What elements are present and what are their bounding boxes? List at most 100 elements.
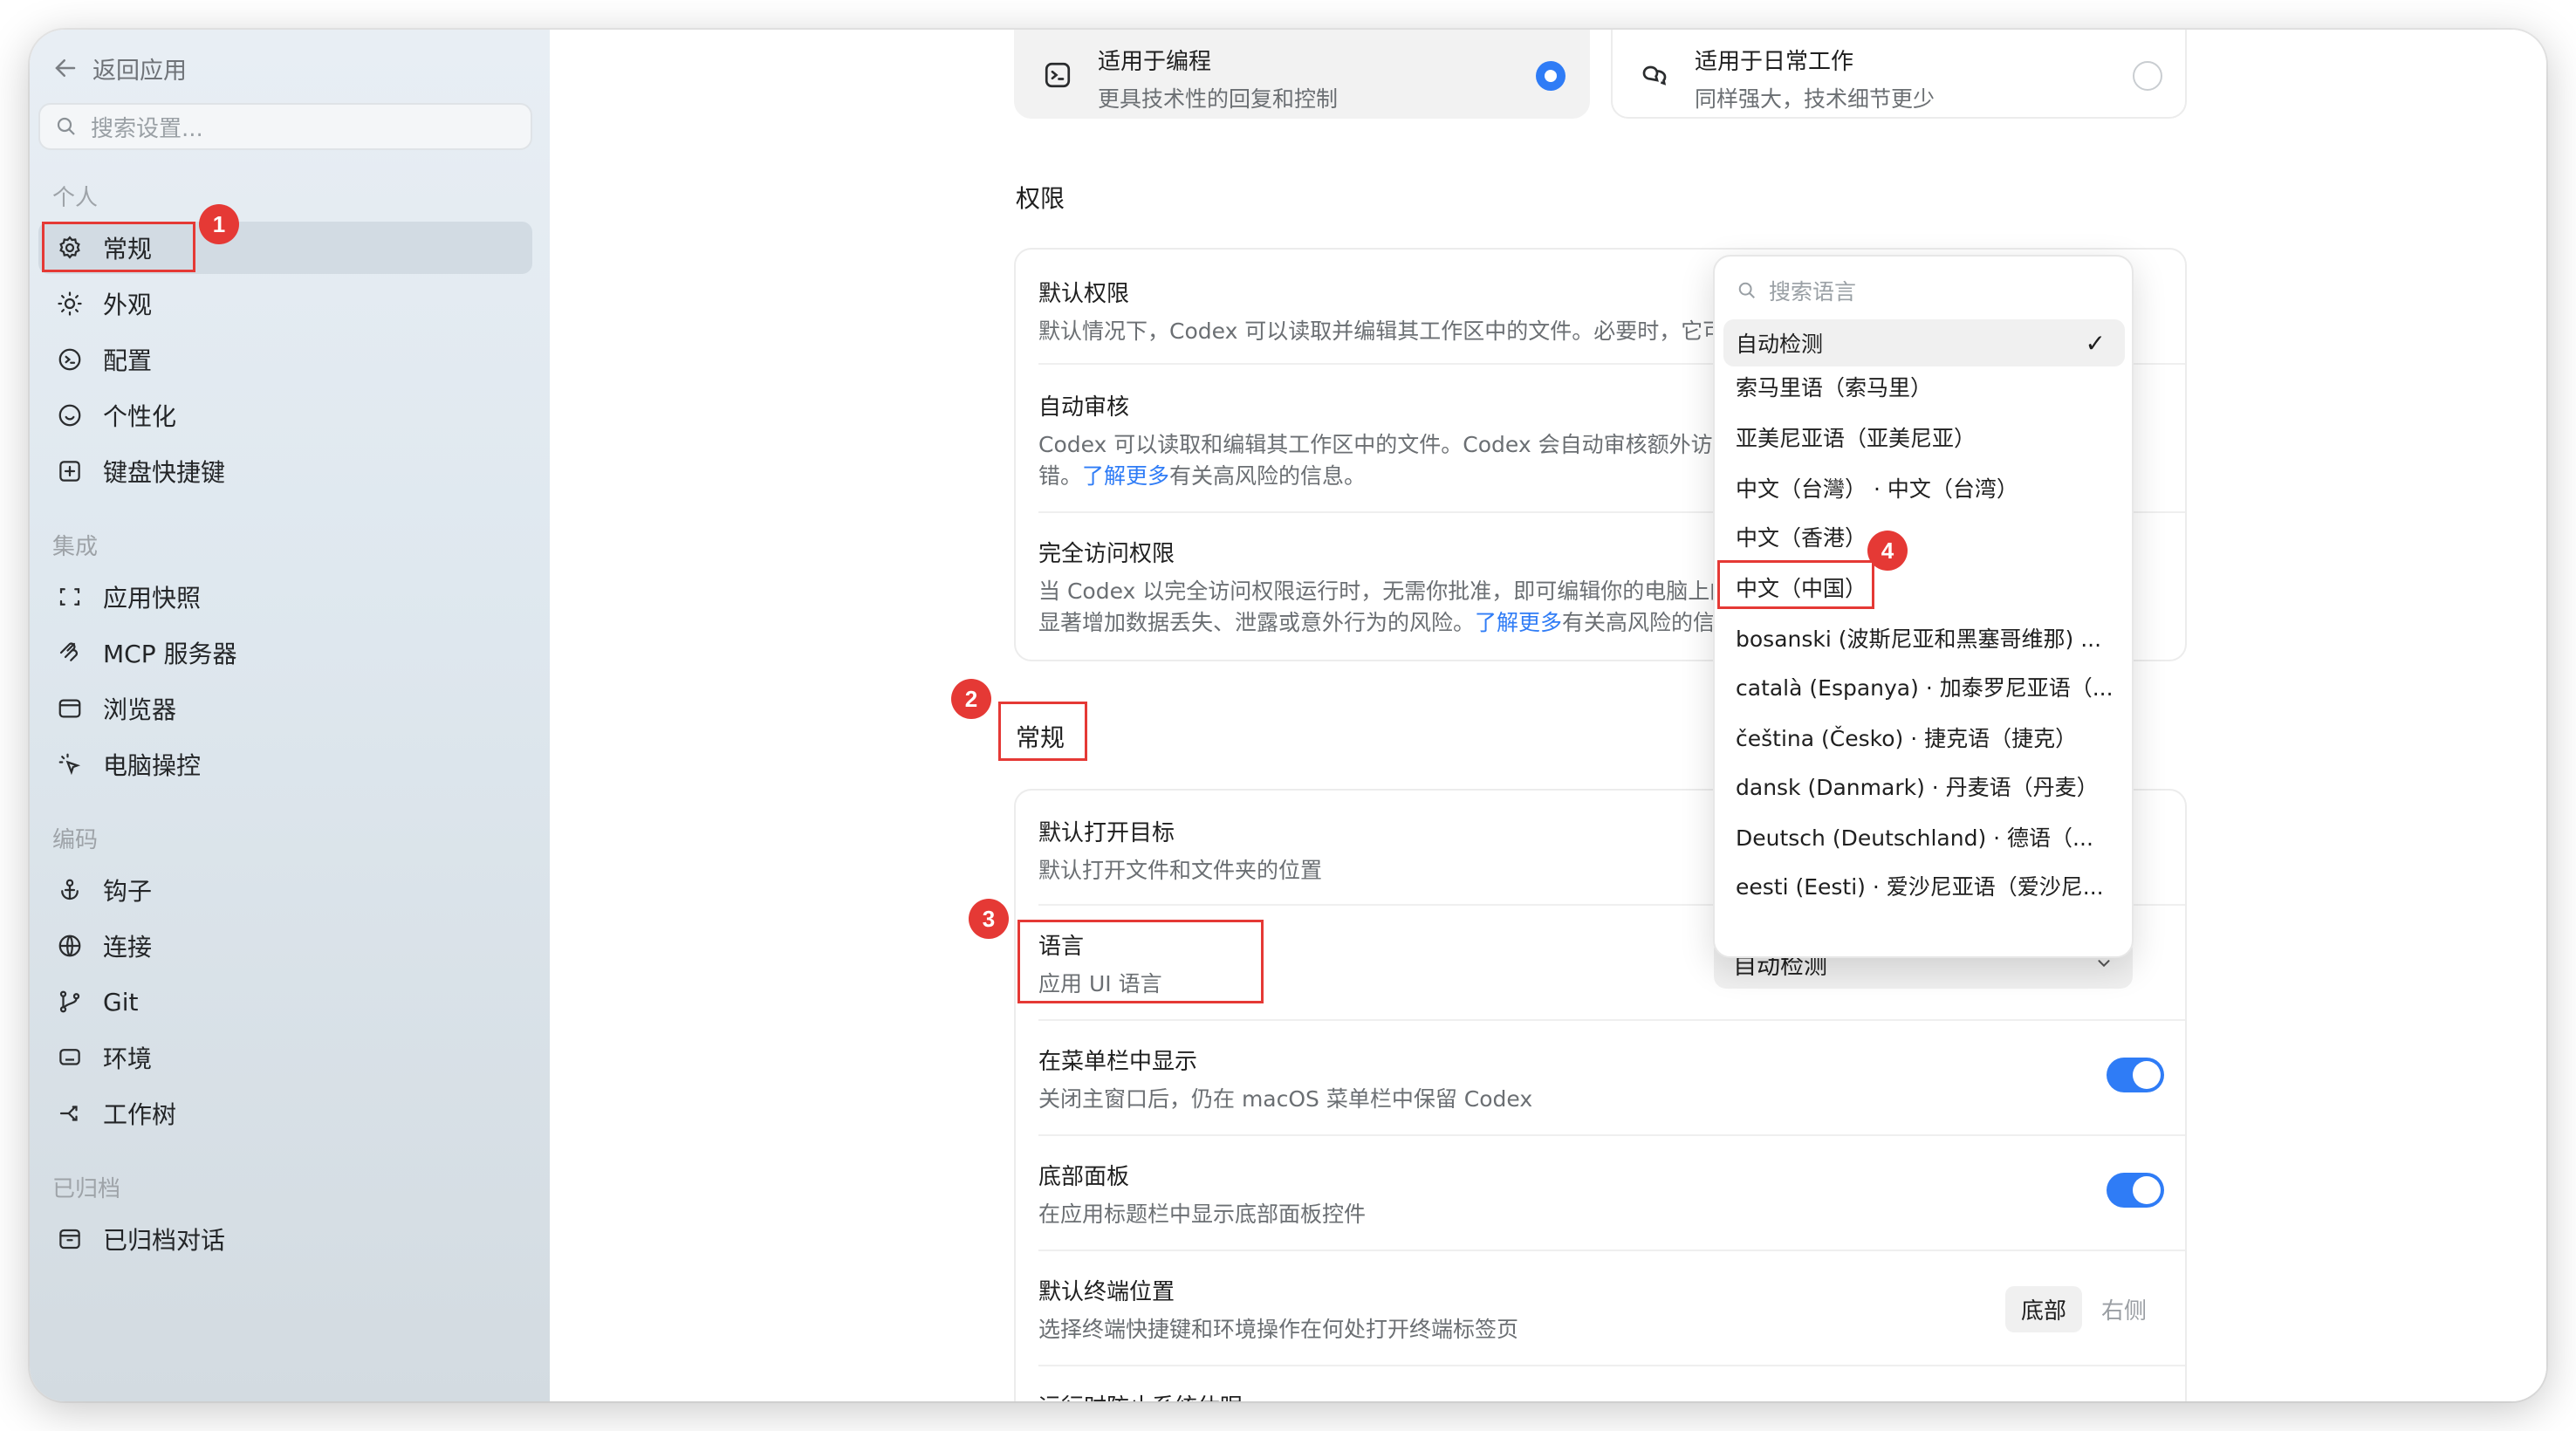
sidebar-item-git[interactable]: Git [38,976,532,1028]
language-option-label: 亚美尼亚语（亚美尼亚） [1736,426,1977,451]
language-option[interactable]: bosanski (波斯尼亚和黑塞哥维那) ... [1723,614,2125,661]
perm-default-title: 默认权限 [1038,281,1130,307]
menubar-title: 在菜单栏中显示 [1038,1049,1198,1075]
sidebar-item-label: 已归档对话 [103,1226,226,1255]
check-icon: ✓ [2085,328,2106,358]
sidebar-item-mcp[interactable]: MCP 服务器 [38,626,532,679]
sidebar-item-label: 配置 [103,346,153,375]
mode-daily-desc: 同样强大，技术细节更少 [1695,86,1935,112]
perm-full-desc-line2: 显著增加数据丢失、泄露或意外行为的风险。了解更多有关高风险的信息 [1038,606,1737,637]
sidebar-item-worktree[interactable]: 工作树 [38,1087,532,1140]
sidebar-item-label: 环境 [103,1044,153,1073]
perm-full-desc-post: 有关高风险的信息 [1562,610,1737,635]
keyboard-plus-icon [56,457,84,485]
language-option-label: eesti (Eesti) · 爱沙尼亚语（爱沙尼... [1736,874,2104,900]
sidebar-item-label: 个性化 [103,402,177,431]
language-option[interactable]: Deutsch (Deutschland) · 德语（... [1723,813,2125,860]
terminal-right-option[interactable]: 右侧 [2086,1286,2162,1332]
language-option[interactable]: čeština (Česko) · 捷克语（捷克） [1723,714,2125,761]
language-option[interactable]: eesti (Eesti) · 爱沙尼亚语（爱沙尼... [1723,862,2125,909]
perm-auto-desc-line2: 错。了解更多有关高风险的信息。 [1038,459,1366,490]
open-target-title: 默认打开目标 [1038,820,1175,846]
sidebar-item-label: 应用快照 [103,584,202,613]
sidebar-item-label: 外观 [103,291,153,319]
menubar-toggle[interactable] [2107,1058,2164,1092]
perm-full-title: 完全访问权限 [1038,541,1175,567]
sidebar-item-shortcuts[interactable]: 键盘快捷键 [38,445,532,497]
mode-option-daily[interactable]: 适用于日常工作 同样强大，技术细节更少 [1611,30,2187,119]
search-placeholder: 搜索设置... [91,115,203,142]
sidebar-item-label: 电脑操控 [103,751,202,780]
mode-coding-radio[interactable] [1536,61,1565,91]
language-option[interactable]: dansk (Danmark) · 丹麦语（丹麦） [1723,763,2125,810]
sidebar-item-env[interactable]: 环境 [38,1031,532,1084]
worktree-icon [56,1099,84,1127]
laptop-icon [56,1044,84,1072]
anchor-icon [56,876,84,904]
perm-auto-title: 自动审核 [1038,394,1130,421]
globe-icon [56,932,84,960]
git-branch-icon [56,988,84,1016]
terminal-bottom-option[interactable]: 底部 [2005,1286,2083,1332]
sidebar-item-browser[interactable]: 浏览器 [38,682,532,735]
mode-coding-desc: 更具技术性的回复和控制 [1098,86,1339,112]
perm-default-desc: 默认情况下，Codex 可以读取并编辑其工作区中的文件。必要时，它可 [1038,318,1725,344]
language-option-label: bosanski (波斯尼亚和黑塞哥维那) ... [1736,626,2102,652]
language-option-label: català (Espanya) · 加泰罗尼亚语（... [1736,675,2114,701]
learn-more-link[interactable]: 了解更多 [1475,610,1562,635]
sidebar-item-label: Git [103,987,139,1017]
language-option[interactable]: català (Espanya) · 加泰罗尼亚语（... [1723,663,2125,710]
perm-auto-desc: Codex 可以读取和编辑其工作区中的文件。Codex 会自动审核额外访问 [1038,432,1735,457]
annotation-box-general-heading [998,702,1087,761]
sidebar-item-hooks[interactable]: 钩子 [38,864,532,916]
sidebar-item-config[interactable]: 配置 [38,333,532,386]
terminal-desc: 选择终端快捷键和环境操作在何处打开终端标签页 [1038,1317,1519,1342]
chat-bubbles-icon [1642,65,1667,86]
perm-full-desc-pre: 显著增加数据丢失、泄露或意外行为的风险。 [1038,610,1476,635]
sidebar-item-label: 浏览器 [103,695,177,724]
perm-auto-desc-post: 有关高风险的信息。 [1169,463,1367,489]
permissions-heading: 权限 [1016,184,1065,213]
settings-search-input[interactable]: 搜索设置... [38,103,532,150]
divider [1038,1134,2185,1136]
mcp-icon [56,639,84,667]
terminal-title: 默认终端位置 [1038,1279,1175,1305]
sidebar-item-connect[interactable]: 连接 [38,920,532,972]
sidebar-item-personalize[interactable]: 个性化 [38,389,532,442]
sidebar-item-computer[interactable]: 电脑操控 [38,738,532,791]
language-option-label: čeština (Česko) · 捷克语（捷克） [1736,726,2078,751]
back-to-app-button[interactable]: 返回应用 [52,42,187,94]
language-option[interactable]: 亚美尼亚语（亚美尼亚） [1723,414,2125,461]
archive-icon [56,1225,84,1253]
language-search-placeholder: 搜索语言 [1769,279,1857,305]
sidebar-item-label: 钩子 [103,877,153,906]
language-search-input[interactable]: 搜索语言 [1737,269,1856,312]
sidebar-item-snapshots[interactable]: 应用快照 [38,571,532,623]
cursor-sparkle-icon [56,750,84,778]
annotation-badge-1: 1 [199,204,239,244]
learn-more-link[interactable]: 了解更多 [1082,463,1169,489]
language-option-label: 中文（香港） [1736,525,1867,551]
annotation-box-language [1017,920,1264,1003]
smile-icon [56,401,84,429]
divider [1038,1019,2185,1021]
language-option[interactable]: 中文（香港） [1723,513,2125,560]
section-coding: 编码 [52,827,99,853]
language-option-label: dansk (Danmark) · 丹麦语（丹麦） [1736,775,2099,800]
sidebar-item-appearance[interactable]: 外观 [38,277,532,330]
language-option[interactable]: 中文（台灣） · 中文（台湾） [1723,464,2125,511]
section-integration: 集成 [52,534,99,560]
mode-daily-radio[interactable] [2133,61,2162,91]
language-option[interactable]: 索马里语（索马里） [1723,363,2125,410]
back-label: 返回应用 [92,57,187,85]
sidebar-item-archived-chats[interactable]: 已归档对话 [38,1213,532,1265]
mode-option-coding[interactable]: 适用于编程 更具技术性的回复和控制 [1014,30,1590,119]
language-option-label: 索马里语（索马里） [1736,375,1933,401]
perm-full-desc: 当 Codex 以完全访问权限运行时，无需你批准，即可编辑你的电脑上的 [1038,579,1732,604]
sidebar-item-label: MCP 服务器 [103,640,237,668]
prevent-sleep-title: 运行时防止系统休眠 [1038,1389,1243,1401]
sun-icon [56,290,84,318]
settings-main: 适用于编程 更具技术性的回复和控制 适用于日常工作 同样强大，技术细节更少 权限… [550,30,2546,1401]
language-option[interactable]: 自动检测 ✓ [1723,319,2125,366]
bottom-panel-toggle[interactable] [2107,1173,2164,1208]
